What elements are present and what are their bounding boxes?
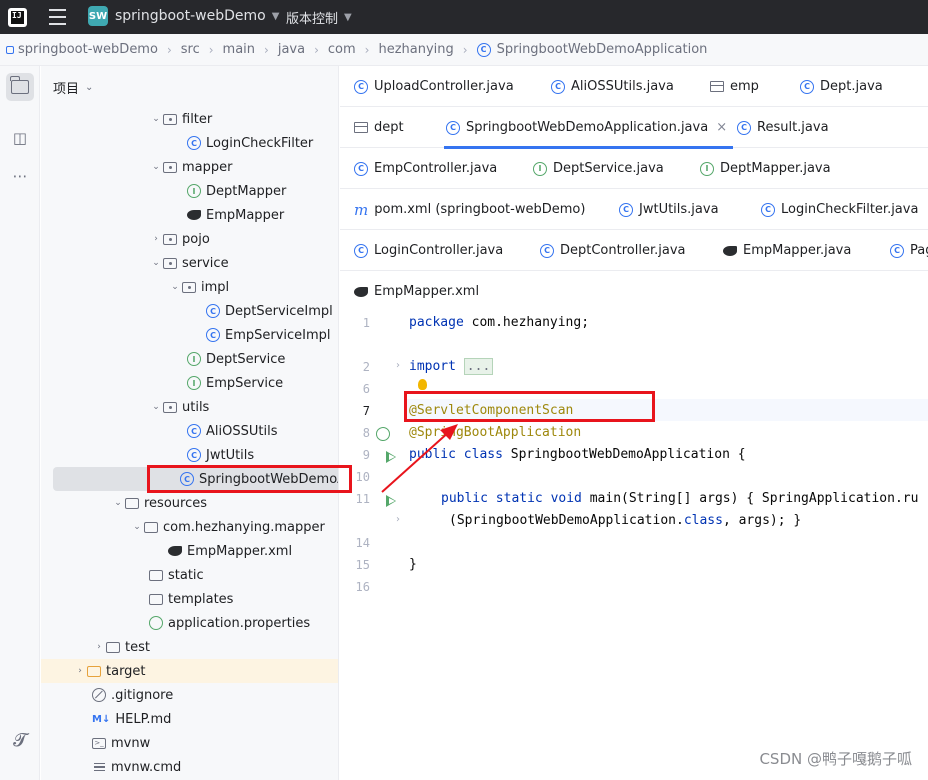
watermark: CSDN @鸭子嘎鹅子呱: [759, 750, 912, 768]
annotation-arrow: [381, 424, 458, 493]
